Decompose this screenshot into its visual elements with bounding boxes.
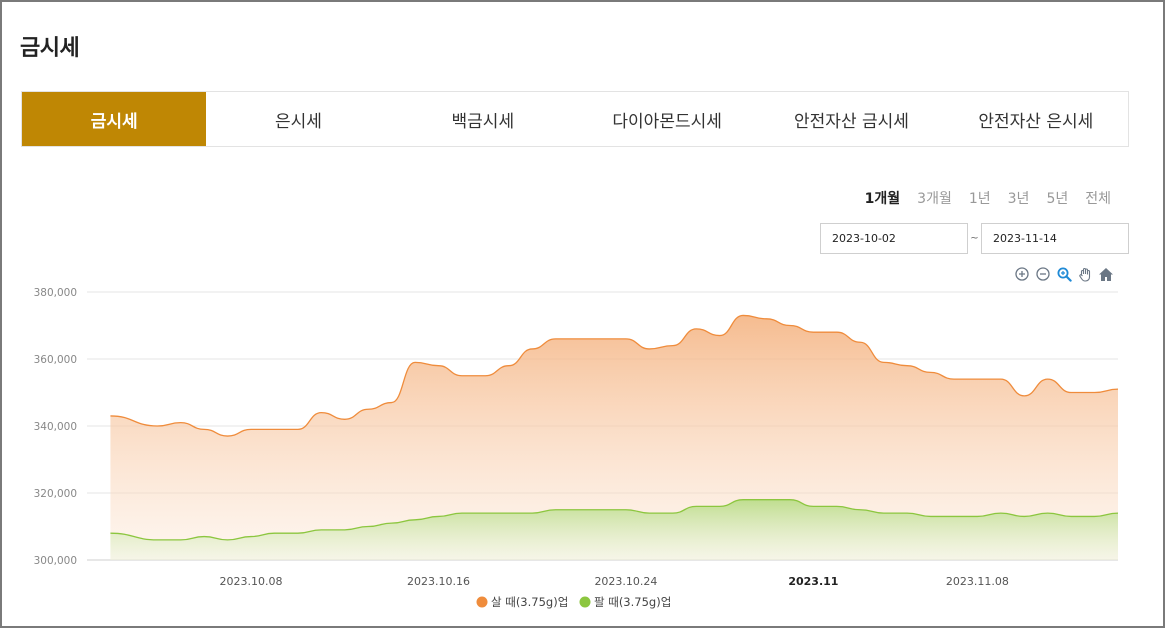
y-tick-label: 340,000 bbox=[34, 421, 77, 433]
legend-label-1[interactable]: 팔 때(3.75g)업 bbox=[594, 595, 671, 609]
date-separator: ~ bbox=[970, 233, 979, 244]
period-1m[interactable]: 1개월 bbox=[865, 188, 901, 208]
date-range: ~ bbox=[820, 223, 1129, 254]
x-tick-label: 2023.10.16 bbox=[407, 575, 470, 588]
legend-marker-0[interactable] bbox=[476, 596, 488, 608]
price-chart: 380,000 360,000 340,000 320,000 300,000 2023… bbox=[34, 287, 1119, 609]
period-all[interactable]: 전체 bbox=[1085, 188, 1111, 208]
page-frame: 금시세 금시세 은시세 백금시세 다이아몬드시세 안전자산 금시세 안전자산 은… bbox=[0, 0, 1165, 628]
end-date-input[interactable] bbox=[981, 223, 1129, 254]
y-tick-label: 300,000 bbox=[34, 555, 77, 567]
tab-silver[interactable]: 은시세 bbox=[206, 92, 390, 146]
start-date-input[interactable] bbox=[820, 223, 968, 254]
x-tick-label: 2023.10.24 bbox=[594, 575, 657, 588]
y-axis-labels: 380,000 360,000 340,000 320,000 300,000 bbox=[34, 287, 77, 567]
y-tick-label: 320,000 bbox=[34, 488, 77, 500]
x-tick-label: 2023.11 bbox=[788, 575, 838, 588]
x-tick-label: 2023.10.08 bbox=[220, 575, 283, 588]
page-title: 금시세 bbox=[20, 36, 80, 61]
tab-gold[interactable]: 금시세 bbox=[22, 92, 207, 146]
tab-safe-gold[interactable]: 안전자산 금시세 bbox=[759, 92, 943, 146]
y-tick-label: 360,000 bbox=[34, 354, 77, 366]
tab-diamond[interactable]: 다이아몬드시세 bbox=[575, 92, 759, 146]
x-axis-labels: 2023.10.08 2023.10.16 2023.10.24 2023.11 202… bbox=[220, 575, 1009, 588]
x-tick-label: 2023.11.08 bbox=[946, 575, 1009, 588]
tab-safe-silver[interactable]: 안전자산 은시세 bbox=[944, 92, 1128, 146]
tab-bar: 금시세 은시세 백금시세 다이아몬드시세 안전자산 금시세 안전자산 은시세 bbox=[21, 91, 1129, 147]
legend: 살 때(3.75g)업 팔 때(3.75g)업 bbox=[476, 595, 671, 609]
period-3m[interactable]: 3개월 bbox=[917, 188, 952, 208]
period-5y[interactable]: 5년 bbox=[1046, 188, 1068, 208]
period-selector: 1개월 3개월 1년 3년 5년 전체 bbox=[865, 188, 1111, 208]
tab-platinum[interactable]: 백금시세 bbox=[391, 92, 575, 146]
series-areas bbox=[110, 314, 1119, 560]
period-3y[interactable]: 3년 bbox=[1008, 188, 1030, 208]
legend-marker-1[interactable] bbox=[579, 596, 591, 608]
legend-label-0[interactable]: 살 때(3.75g)업 bbox=[491, 595, 568, 609]
y-tick-label: 380,000 bbox=[34, 287, 77, 299]
period-1y[interactable]: 1년 bbox=[969, 188, 991, 208]
